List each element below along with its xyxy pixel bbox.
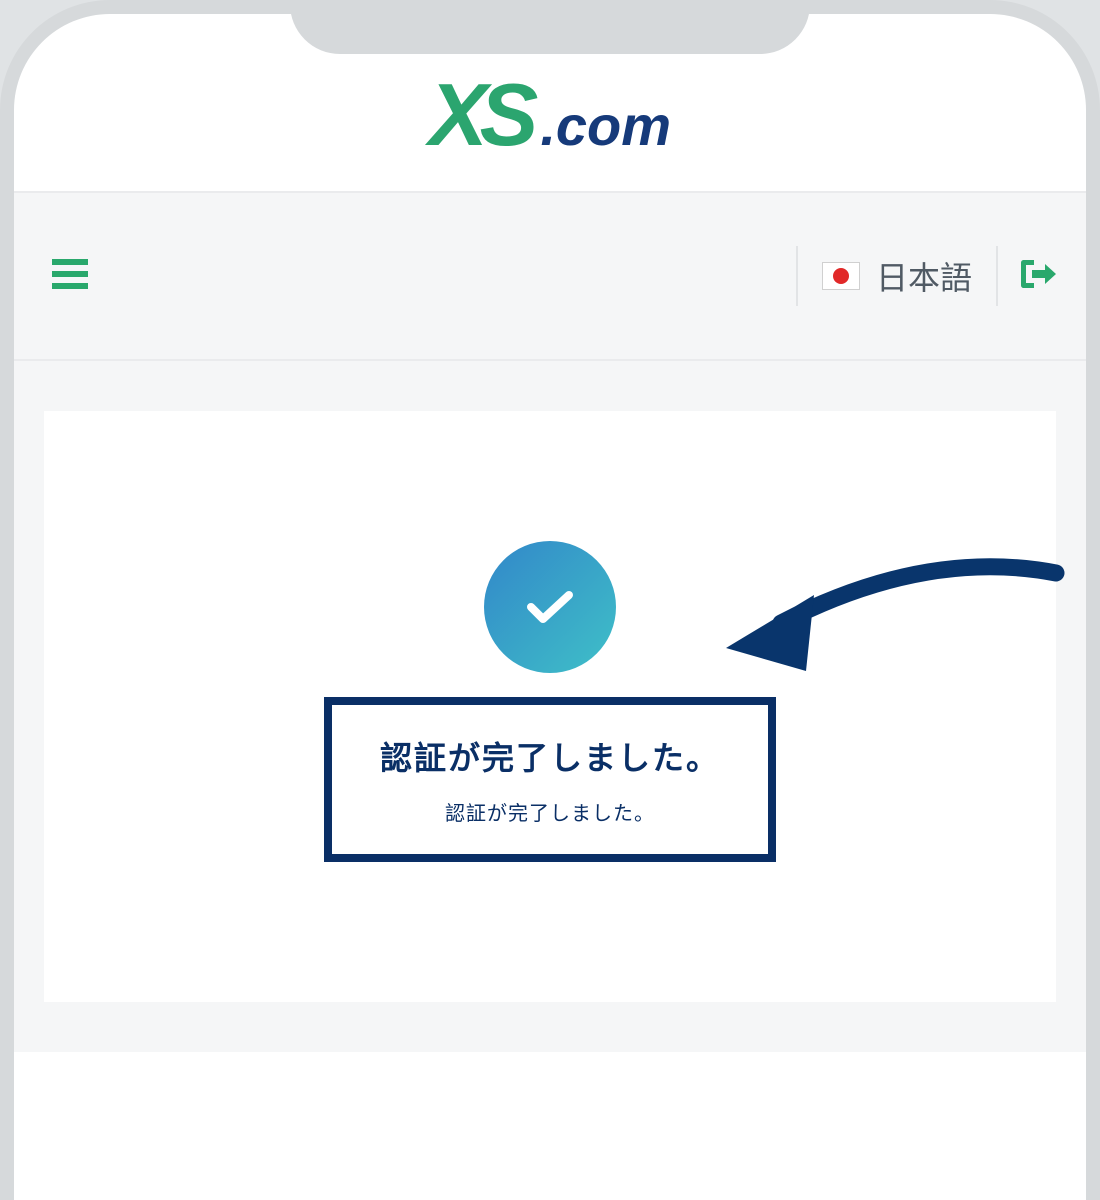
content-area: 認証が完了しました。 認証が完了しました。 (14, 361, 1086, 1052)
success-check-icon (484, 541, 616, 673)
language-selector[interactable]: 日本語 (796, 246, 998, 306)
message-title: 認証が完了しました。 (380, 733, 720, 779)
message-subtitle: 認証が完了しました。 (380, 797, 720, 826)
phone-notch (290, 0, 810, 54)
content-card: 認証が完了しました。 認証が完了しました。 (44, 411, 1056, 1002)
nav-right-section: 日本語 (796, 246, 1058, 306)
annotation-arrow-icon (686, 553, 1066, 698)
verification-message-box: 認証が完了しました。 認証が完了しました。 (324, 697, 776, 862)
phone-frame: XS .com 日本語 (0, 0, 1100, 1200)
hamburger-menu-icon[interactable] (42, 249, 98, 304)
logout-icon[interactable] (998, 248, 1058, 305)
navigation-bar: 日本語 (14, 191, 1086, 361)
logo-text-com: .com (540, 93, 671, 158)
language-label: 日本語 (876, 253, 972, 299)
xs-logo: XS .com (429, 64, 671, 166)
flag-dot (833, 268, 849, 284)
logo-text-xs: XS (429, 64, 530, 166)
japan-flag-icon (822, 262, 860, 290)
